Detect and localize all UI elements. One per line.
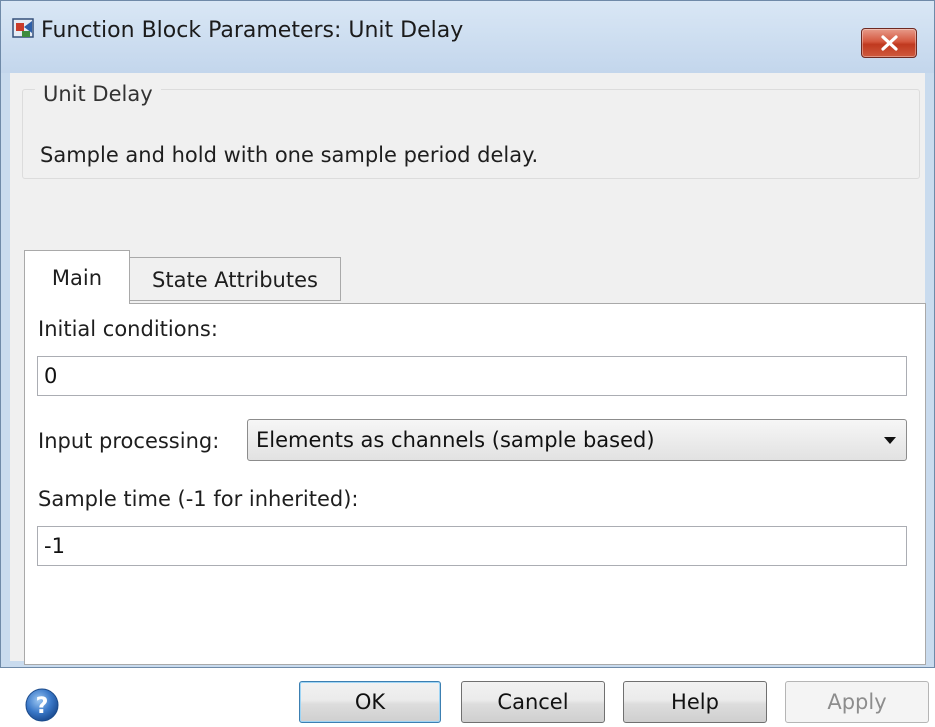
ok-button[interactable]: OK xyxy=(299,681,441,723)
dialog-client-area: Unit Delay Sample and hold with one samp… xyxy=(10,73,929,723)
tab-main[interactable]: Main xyxy=(24,250,130,304)
chevron-down-icon xyxy=(884,437,896,444)
main-tab-panel: Initial conditions: 0 Input processing: … xyxy=(24,303,926,665)
help-question-icon[interactable]: ? xyxy=(24,687,60,723)
initial-conditions-input[interactable]: 0 xyxy=(37,356,907,396)
sample-time-input[interactable]: -1 xyxy=(37,526,907,566)
input-processing-dropdown[interactable]: Elements as channels (sample based) xyxy=(247,419,907,461)
cancel-button[interactable]: Cancel xyxy=(461,681,605,723)
title-bar[interactable]: Function Block Parameters: Unit Delay xyxy=(1,1,934,73)
input-processing-label: Input processing: xyxy=(38,429,220,453)
dialog-window: Function Block Parameters: Unit Delay Un… xyxy=(0,0,935,723)
input-processing-value: Elements as channels (sample based) xyxy=(256,428,655,452)
sample-time-label: Sample time (-1 for inherited): xyxy=(38,487,359,511)
svg-text:?: ? xyxy=(36,694,49,719)
help-button[interactable]: Help xyxy=(623,681,767,723)
block-name-label: Unit Delay xyxy=(35,81,161,107)
close-icon xyxy=(881,35,898,51)
initial-conditions-label: Initial conditions: xyxy=(38,317,218,341)
block-description-group: Unit Delay Sample and hold with one samp… xyxy=(22,81,920,179)
simulink-block-icon xyxy=(12,17,36,41)
window-title: Function Block Parameters: Unit Delay xyxy=(41,18,464,43)
apply-button[interactable]: Apply xyxy=(785,681,929,723)
tab-state-attributes[interactable]: State Attributes xyxy=(130,257,341,301)
block-description-text: Sample and hold with one sample period d… xyxy=(40,143,539,167)
close-button[interactable] xyxy=(861,28,917,58)
